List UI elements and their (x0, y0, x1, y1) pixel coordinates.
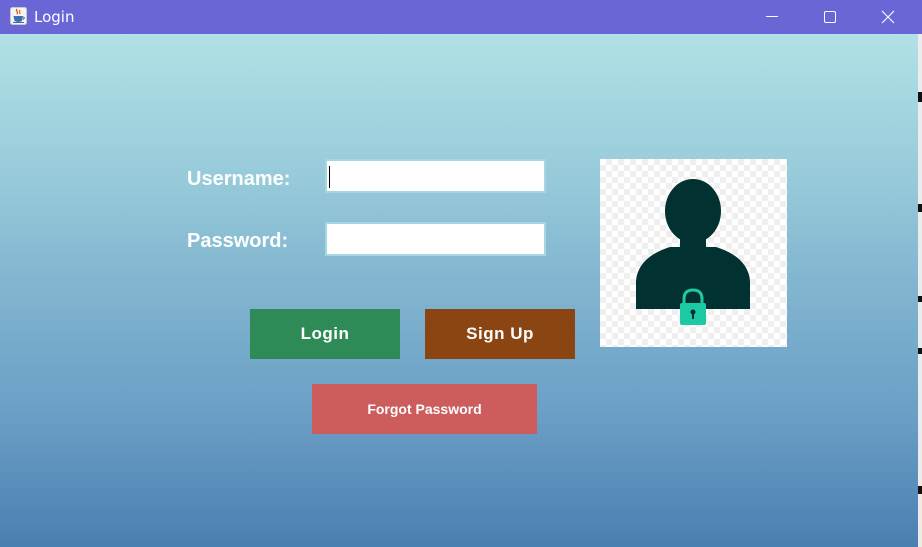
maximize-button[interactable] (801, 0, 859, 34)
signup-button[interactable]: Sign Up (425, 309, 575, 359)
minimize-button[interactable] (743, 0, 801, 34)
user-image (600, 159, 787, 347)
close-button[interactable] (859, 0, 917, 34)
username-field[interactable] (325, 159, 546, 193)
text-caret (329, 166, 330, 188)
username-label: Username: (187, 168, 291, 190)
forgot-password-button[interactable]: Forgot Password (312, 384, 537, 434)
java-cup-icon (10, 7, 27, 25)
title-bar[interactable]: Login (0, 0, 922, 34)
login-window: Login Username: Password: Login Sign Up … (0, 0, 922, 547)
window-edge (918, 34, 922, 547)
login-button[interactable]: Login (250, 309, 400, 359)
user-lock-icon (600, 179, 787, 351)
login-panel: Username: Password: Login Sign Up Forgot… (0, 34, 918, 547)
password-field[interactable] (325, 222, 546, 256)
window-title: Login (34, 8, 75, 26)
password-label: Password: (187, 230, 289, 252)
